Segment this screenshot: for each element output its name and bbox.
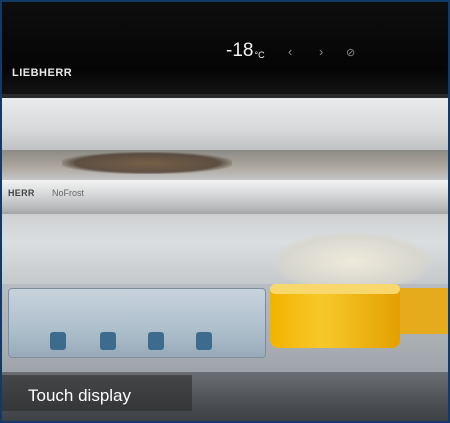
light-glow	[272, 232, 432, 292]
fridge-photo: LIEBHERR -18°C ‹ › ⊘ HERR NoFrost Touch …	[0, 0, 450, 423]
chevron-right-icon[interactable]: ›	[319, 44, 323, 59]
ice-cube-tray	[8, 288, 266, 358]
caption-text: Touch display	[28, 386, 132, 405]
tray-detail	[50, 332, 66, 350]
temperature-value: -18	[226, 40, 254, 61]
tray-detail	[196, 332, 212, 350]
food-item	[62, 152, 232, 174]
tray-detail	[100, 332, 116, 350]
tray-detail	[148, 332, 164, 350]
panel-brand: LIEBHERR	[12, 67, 73, 79]
temperature-readout: -18°C	[226, 40, 265, 62]
temperature-unit: °C	[254, 50, 265, 60]
rail-brand: HERR	[8, 188, 35, 198]
drawer-rail	[2, 180, 448, 216]
rail-subtitle: NoFrost	[52, 188, 85, 198]
jar-lid	[270, 284, 400, 294]
jar-side	[400, 288, 448, 334]
shelf-front	[2, 98, 448, 150]
chevron-left-icon[interactable]: ‹	[288, 44, 292, 59]
check-circle-icon[interactable]: ⊘	[346, 46, 355, 59]
